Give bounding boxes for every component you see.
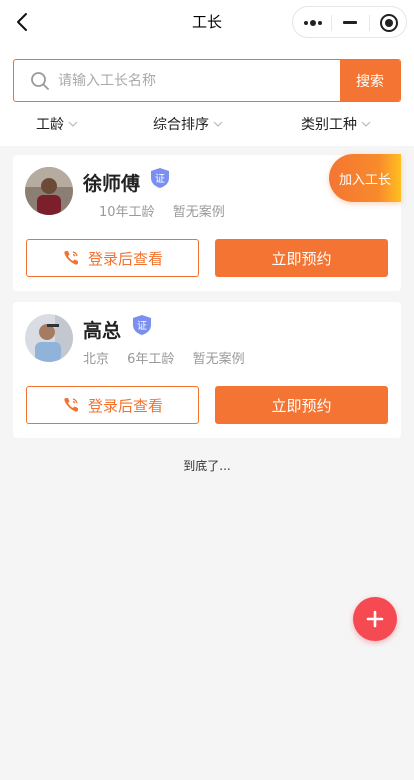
filter-sort[interactable]: 综合排序 bbox=[153, 114, 223, 134]
worker-cases: 暂无案例 bbox=[192, 352, 245, 367]
filter-experience[interactable]: 工龄 bbox=[36, 114, 78, 134]
filter-label: 综合排序 bbox=[153, 117, 209, 133]
verified-badge-icon: 证 bbox=[133, 315, 151, 335]
search-input[interactable] bbox=[58, 60, 338, 101]
chevron-down-icon bbox=[361, 121, 371, 127]
search-button[interactable]: 搜索 bbox=[340, 60, 400, 101]
login-to-view-button[interactable]: 登录后查看 bbox=[26, 239, 199, 277]
worker-name: 徐师傅 bbox=[83, 173, 141, 195]
nav-bar: 工长 bbox=[0, 0, 414, 44]
search-area: 搜索 工龄 综合排序 类别工种 bbox=[0, 44, 414, 146]
capsule-divider bbox=[369, 15, 370, 31]
login-button-label: 登录后查看 bbox=[87, 249, 163, 268]
worker-cases: 暂无案例 bbox=[172, 205, 225, 220]
worker-experience: 6年工龄 bbox=[127, 352, 175, 367]
login-to-view-button[interactable]: 登录后查看 bbox=[26, 386, 199, 424]
filter-label: 类别工种 bbox=[301, 117, 357, 133]
worker-meta: 北京 6年工龄 暂无案例 bbox=[83, 348, 259, 367]
more-dots-icon[interactable] bbox=[303, 19, 323, 27]
mini-program-capsule bbox=[292, 6, 407, 38]
end-of-list-text: 到底了... bbox=[183, 459, 231, 473]
capsule-divider bbox=[331, 15, 332, 31]
minus-icon[interactable] bbox=[343, 21, 357, 24]
target-icon[interactable] bbox=[379, 13, 399, 33]
avatar bbox=[25, 167, 73, 215]
filter-bar: 工龄 综合排序 类别工种 bbox=[0, 110, 414, 140]
worker-meta: 10年工龄 暂无案例 bbox=[99, 201, 239, 220]
book-now-button[interactable]: 立即预约 bbox=[215, 386, 388, 424]
phone-icon bbox=[64, 398, 78, 412]
chevron-down-icon bbox=[213, 121, 223, 127]
filter-category[interactable]: 类别工种 bbox=[301, 114, 371, 134]
badge-label: 证 bbox=[155, 173, 165, 185]
worker-name: 高总 bbox=[83, 320, 122, 342]
search-box: 搜索 bbox=[13, 59, 401, 102]
worker-card[interactable]: 高总 证 北京 6年工龄 暂无案例 登录后查看 立即预约 bbox=[13, 302, 401, 438]
phone-icon bbox=[64, 251, 78, 265]
verified-badge-icon: 证 bbox=[151, 168, 169, 188]
search-icon bbox=[31, 72, 49, 90]
filter-label: 工龄 bbox=[36, 117, 64, 133]
chevron-down-icon bbox=[68, 121, 78, 127]
worker-experience: 10年工龄 bbox=[99, 205, 155, 220]
book-now-button[interactable]: 立即预约 bbox=[215, 239, 388, 277]
login-button-label: 登录后查看 bbox=[87, 396, 163, 415]
avatar bbox=[25, 314, 73, 362]
add-button[interactable] bbox=[353, 597, 397, 641]
join-as-foreman-button[interactable]: 加入工长 bbox=[329, 154, 401, 202]
worker-location: 北京 bbox=[83, 352, 110, 367]
badge-label: 证 bbox=[137, 320, 147, 332]
plus-icon bbox=[366, 610, 384, 628]
